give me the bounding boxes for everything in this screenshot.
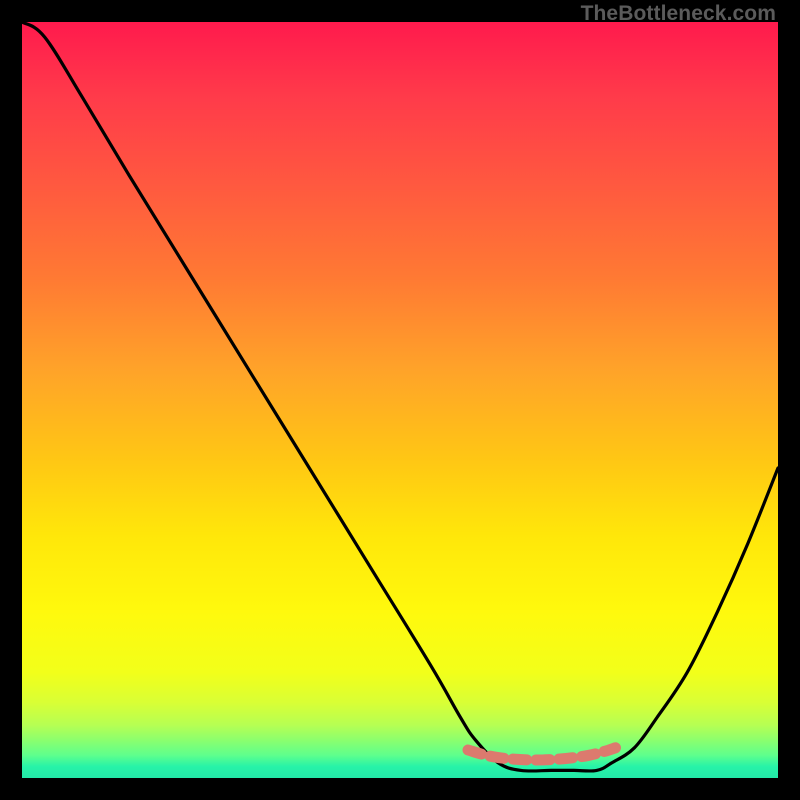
chart-frame (22, 22, 778, 778)
plot-area (22, 22, 778, 778)
bottleneck-curve (22, 22, 778, 771)
curve-svg (22, 22, 778, 778)
optimal-band-curve (468, 748, 616, 760)
